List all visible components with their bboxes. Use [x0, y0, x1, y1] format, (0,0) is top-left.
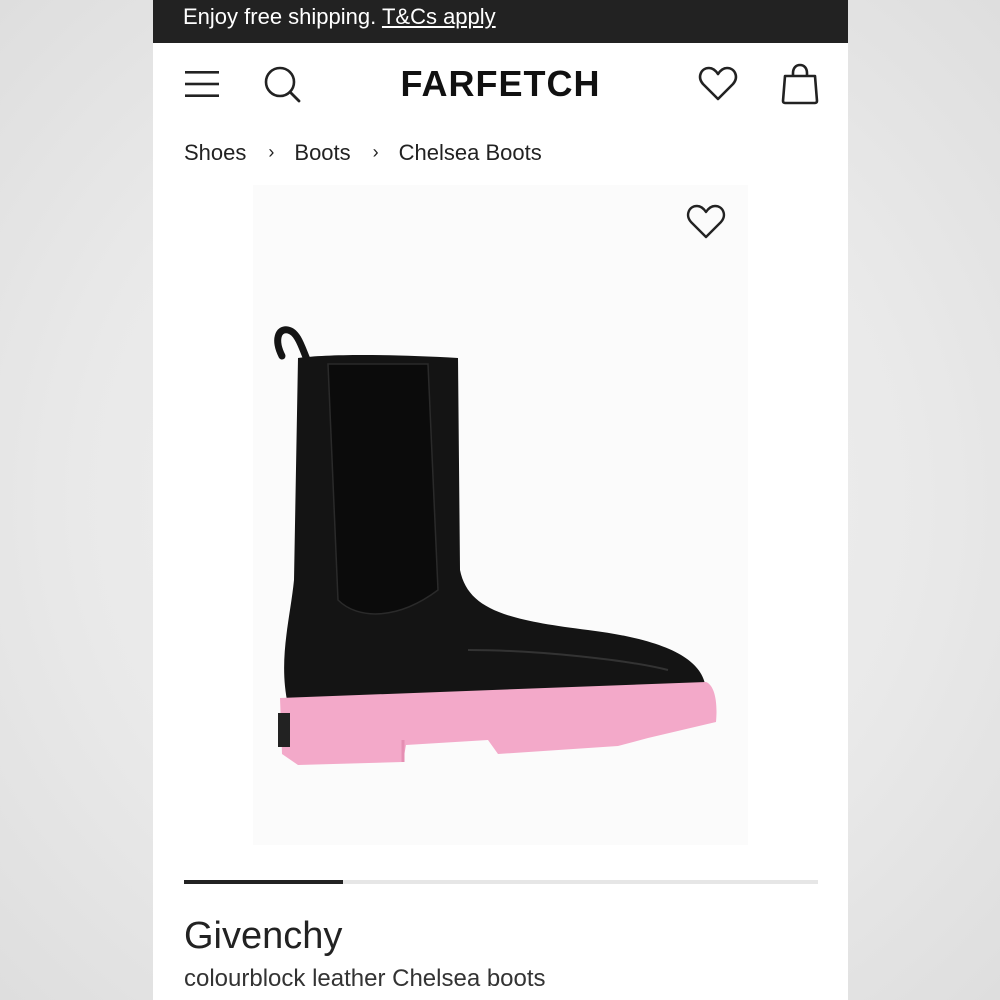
- chevron-right-icon: ›: [372, 142, 379, 162]
- chevron-right-icon: ›: [268, 142, 275, 162]
- heart-icon[interactable]: [698, 65, 738, 103]
- promo-banner: Enjoy free shipping. T&Cs apply: [153, 0, 848, 43]
- site-header: FARFETCH: [153, 43, 848, 128]
- product-brand[interactable]: Givenchy: [184, 915, 342, 958]
- gallery-progress-bar: [184, 880, 818, 884]
- promo-text: Enjoy free shipping.: [183, 4, 382, 29]
- shopping-bag-icon[interactable]: [780, 63, 820, 105]
- farfetch-logo[interactable]: FARFETCH: [153, 63, 848, 105]
- boot-image: [274, 326, 717, 765]
- heart-icon[interactable]: [686, 203, 726, 241]
- product-page: Enjoy free shipping. T&Cs apply FARFETCH…: [153, 0, 848, 1000]
- gallery-progress-fill: [184, 880, 343, 884]
- breadcrumb-chelsea-boots[interactable]: Chelsea Boots: [399, 140, 542, 165]
- product-name: colourblock leather Chelsea boots: [184, 965, 546, 992]
- breadcrumb-shoes[interactable]: Shoes: [184, 140, 246, 165]
- breadcrumb: Shoes › Boots › Chelsea Boots: [184, 140, 542, 166]
- terms-link[interactable]: T&Cs apply: [382, 4, 496, 29]
- breadcrumb-boots[interactable]: Boots: [294, 140, 350, 165]
